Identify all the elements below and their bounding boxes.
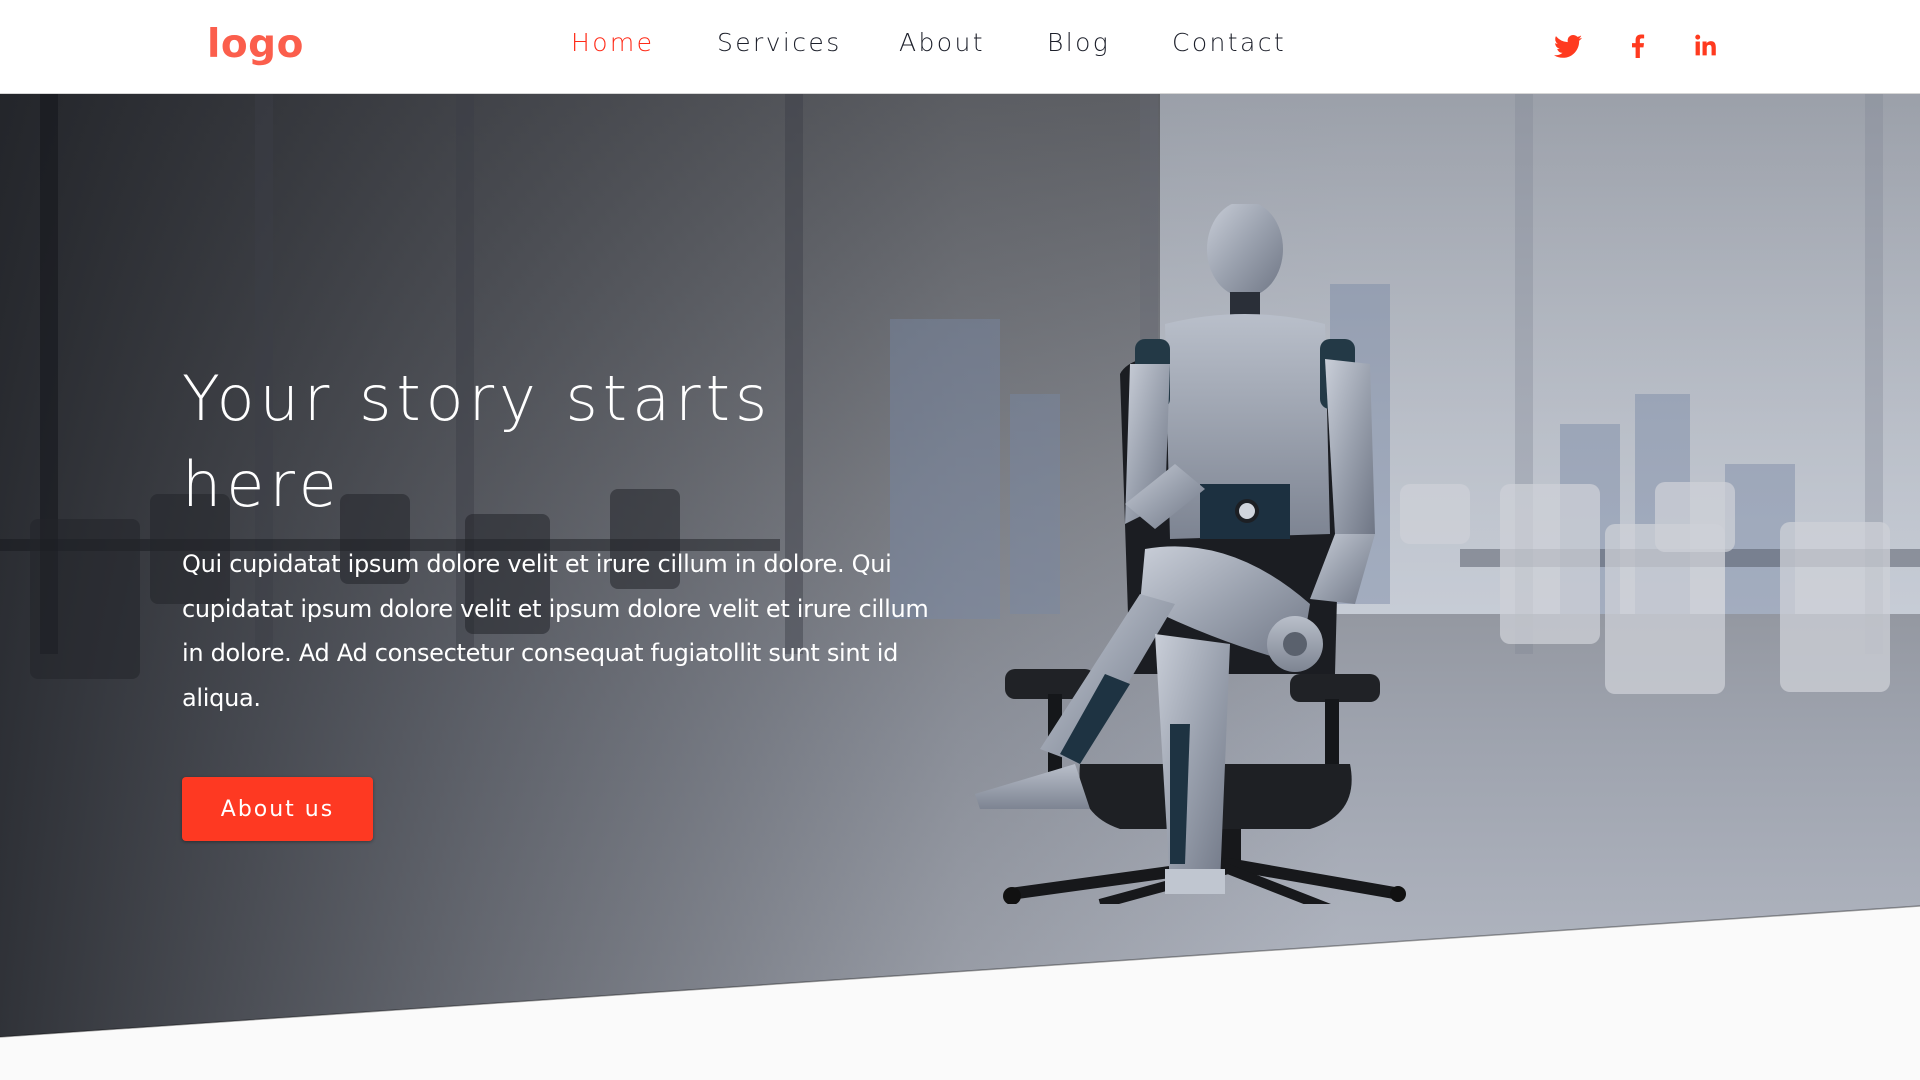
nav-item-home[interactable]: Home — [571, 28, 654, 57]
background-chair — [1605, 524, 1725, 694]
nav-item-services[interactable]: Services — [717, 28, 842, 57]
logo[interactable]: logo — [207, 22, 304, 67]
robot-illustration — [975, 204, 1406, 904]
background-chair — [1500, 484, 1600, 644]
hero-section: Your story starts here Qui cupidatat ips… — [0, 94, 1920, 1037]
background-chair — [1780, 522, 1890, 692]
facebook-link[interactable] — [1622, 30, 1654, 62]
background-chair — [30, 519, 140, 679]
nav-item-contact[interactable]: Contact — [1172, 28, 1286, 57]
site-header: logo Home Services About Blog Contact — [0, 0, 1920, 94]
twitter-link[interactable] — [1552, 30, 1584, 62]
linkedin-link[interactable] — [1690, 30, 1722, 62]
twitter-icon — [1554, 34, 1582, 58]
hero-description: Qui cupidatat ipsum dolore velit et irur… — [182, 550, 929, 712]
about-us-button[interactable]: About us — [182, 777, 373, 841]
hero-title: Your story starts here — [182, 362, 773, 521]
nav-item-blog[interactable]: Blog — [1047, 28, 1110, 57]
linkedin-icon — [1695, 34, 1716, 56]
facebook-icon — [1632, 34, 1645, 58]
nav-item-about[interactable]: About — [899, 28, 985, 57]
